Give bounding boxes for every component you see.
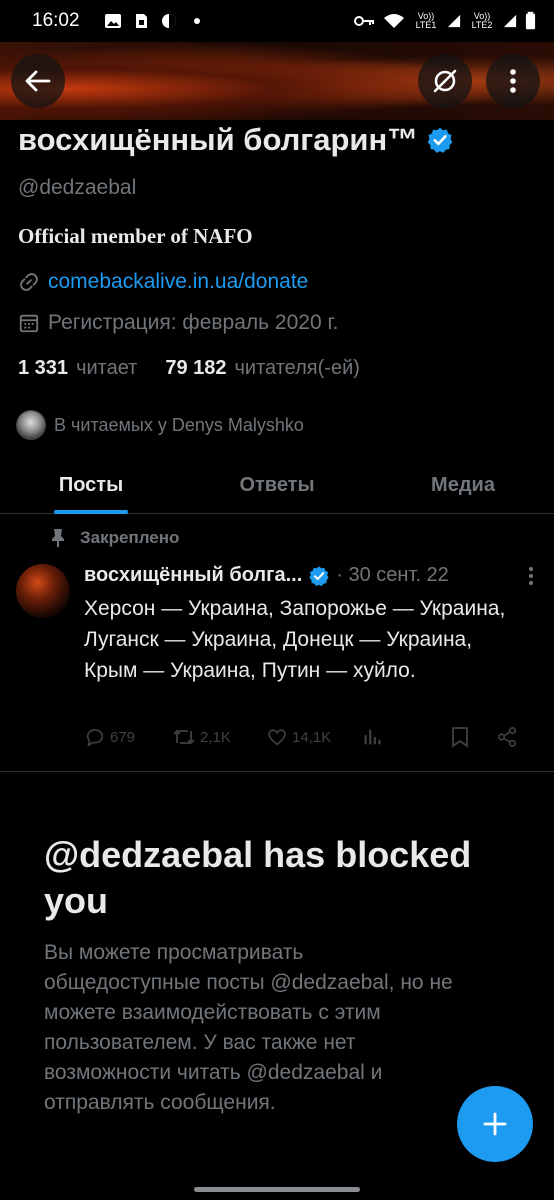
pin-icon <box>52 529 64 547</box>
reply-icon <box>86 729 104 747</box>
sim-icon <box>135 14 147 28</box>
profile-link-text[interactable]: comebackalive.in.ua/donate <box>48 270 308 294</box>
post-header: восхищённый болга... · 30 сент. 22 <box>84 564 534 587</box>
status-time: 16:02 <box>32 10 80 31</box>
compose-button[interactable] <box>457 1086 533 1162</box>
share-icon <box>497 727 517 747</box>
profile-tabs: Посты Ответы Медиа <box>0 458 554 514</box>
post-actions: 679 2,1K 14,1K <box>84 726 534 748</box>
bookmark-button[interactable] <box>450 726 496 748</box>
repost-button[interactable]: 2,1K <box>172 726 266 748</box>
active-tab-indicator <box>54 510 128 514</box>
profile-display-name: восхищённый болгарин™ <box>18 122 454 158</box>
volte2-label: Vo)) LTE2 <box>471 11 493 30</box>
post-date[interactable]: · 30 сент. 22 <box>336 564 449 587</box>
tab-posts-label: Посты <box>58 474 124 496</box>
pinned-indicator: Закреплено <box>50 528 179 548</box>
followers-count[interactable]: 79 182 <box>165 357 226 380</box>
verified-badge-icon <box>309 565 329 586</box>
home-indicator[interactable] <box>194 1187 360 1192</box>
followed-by-text: В читаемых у Denys Malyshko <box>54 414 304 435</box>
battery-icon <box>525 11 536 30</box>
joined-text: Регистрация: февраль 2020 г. <box>48 311 339 334</box>
tab-media-label: Медиа <box>431 474 495 496</box>
more-vertical-icon <box>510 69 516 93</box>
post-text[interactable]: Херсон — Украина, Запорожье — Украина, Л… <box>84 593 524 686</box>
heart-icon <box>268 729 286 746</box>
wifi-icon <box>384 14 404 28</box>
post-author-name[interactable]: восхищённый болга... <box>84 564 302 587</box>
display-name-text: восхищённый болгарин™ <box>18 122 419 157</box>
views-button[interactable] <box>362 726 450 748</box>
tab-replies[interactable]: Ответы <box>182 458 372 513</box>
following-count[interactable]: 1 331 <box>18 357 68 380</box>
analytics-icon <box>364 729 381 745</box>
repost-icon <box>173 730 195 744</box>
reply-button[interactable]: 679 <box>84 726 172 748</box>
data-saver-icon <box>161 14 176 28</box>
follower-avatar <box>16 410 46 440</box>
blocked-title: @dedzaebal has blocked you <box>44 834 472 921</box>
profile-bio: Official member of NAFO <box>18 224 253 248</box>
plus-icon <box>483 1112 507 1136</box>
tab-replies-label: Ответы <box>239 474 315 496</box>
followers-label[interactable]: читателя(-ей) <box>235 357 360 380</box>
pinned-label: Закреплено <box>80 528 180 547</box>
follow-stats: 1 331 читает 79 182 читателя(-ей) <box>18 357 360 380</box>
share-button[interactable] <box>496 726 518 748</box>
link-icon <box>20 273 38 291</box>
dot-icon <box>193 18 200 24</box>
grok-button[interactable] <box>418 54 472 108</box>
repost-count: 2,1K <box>200 728 231 746</box>
like-count: 14,1K <box>292 728 332 746</box>
post-divider <box>0 771 554 772</box>
verified-badge-icon[interactable] <box>426 126 454 154</box>
signal-icon <box>447 14 461 28</box>
like-button[interactable]: 14,1K <box>266 726 362 748</box>
key-icon <box>354 16 374 26</box>
signal-icon-2 <box>503 14 517 28</box>
status-bar: 16:02 Vo)) LTE1 Vo)) LTE2 <box>0 0 554 42</box>
volte1-label: Vo)) LTE1 <box>415 11 437 30</box>
profile-handle: @dedzaebal <box>18 176 137 199</box>
profile-joined: Регистрация: февраль 2020 г. <box>18 311 338 335</box>
reply-count: 679 <box>110 728 136 746</box>
post-author-avatar[interactable] <box>16 564 70 618</box>
tab-posts[interactable]: Посты <box>0 458 182 514</box>
more-vertical-icon[interactable] <box>528 566 534 586</box>
gallery-icon <box>104 14 121 28</box>
circle-slash-icon <box>433 69 457 93</box>
bookmark-icon <box>452 727 468 748</box>
followed-by-row[interactable]: В читаемых у Denys Malyshko <box>16 410 304 440</box>
following-label[interactable]: читает <box>76 357 137 380</box>
calendar-icon <box>19 314 39 333</box>
profile-link[interactable]: comebackalive.in.ua/donate <box>18 270 308 294</box>
back-button[interactable] <box>11 54 65 108</box>
tab-media[interactable]: Медиа <box>372 458 554 513</box>
more-button[interactable] <box>486 54 540 108</box>
blocked-description: Вы можете просматривать общедоступные по… <box>44 941 453 1114</box>
arrow-left-icon <box>25 70 51 92</box>
